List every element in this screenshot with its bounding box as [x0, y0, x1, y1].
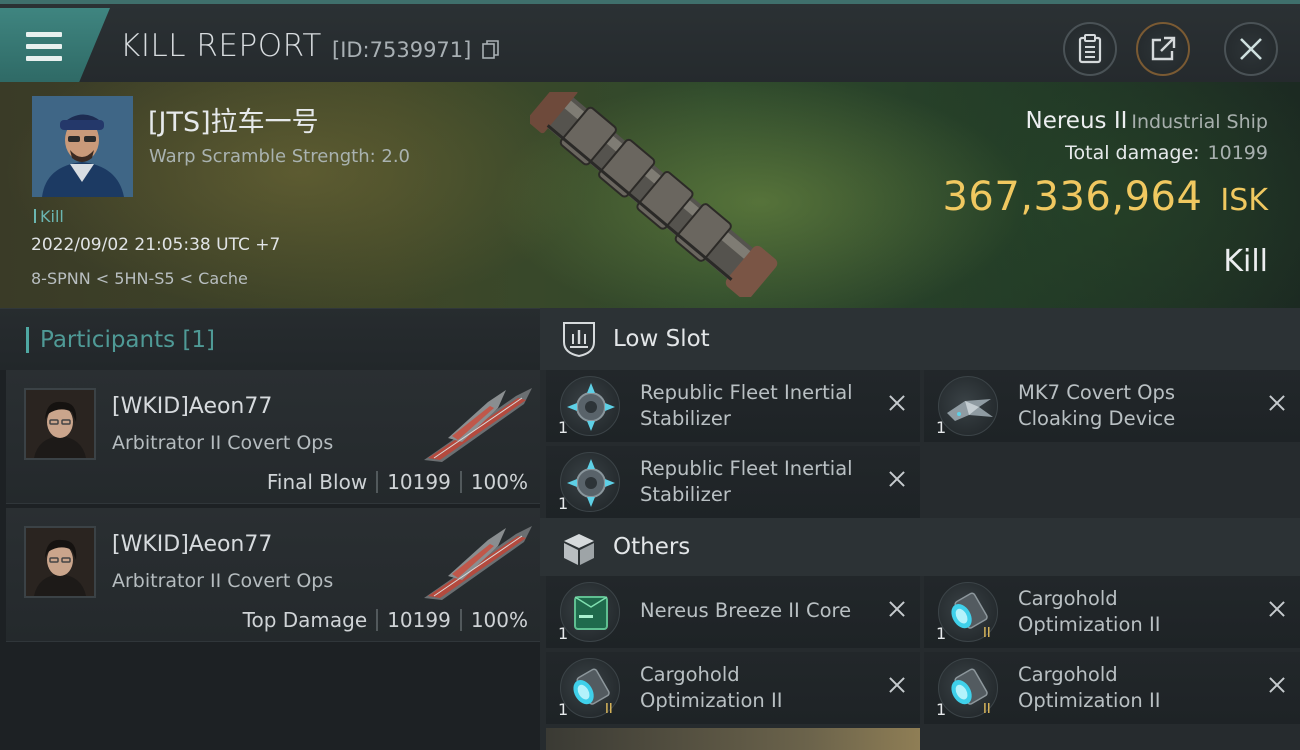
low-slot-title: Low Slot	[613, 326, 710, 352]
victim-name[interactable]: [JTS]拉车一号	[148, 100, 319, 139]
item-name: Cargohold Optimization II	[1018, 663, 1161, 712]
item-name: Republic Fleet Inertial Stabilizer	[640, 381, 853, 430]
item-quantity: 1	[558, 418, 569, 437]
participant-percent: 100%	[470, 470, 528, 494]
inertial-stabilizer-icon	[560, 452, 620, 512]
item-quantity: 1	[558, 494, 569, 513]
low-slot-icon	[563, 322, 595, 358]
item-quantity: 1	[558, 624, 569, 643]
share-external-icon	[1151, 36, 1176, 61]
total-damage-value: 10199	[1207, 142, 1268, 164]
victim-ship-image[interactable]	[530, 92, 780, 297]
participant-ship: Arbitrator II Covert Ops	[112, 432, 334, 454]
cargohold-optimization-icon: II	[938, 582, 998, 642]
participants-title: Participants [1]	[40, 327, 215, 353]
item-quantity: 1	[558, 700, 569, 719]
victim-ship-name: Nereus II	[1025, 108, 1128, 134]
svg-text:II: II	[983, 702, 991, 717]
participant-row[interactable]: [WKID]Aeon77 Arbitrator II Covert Ops To…	[6, 508, 540, 642]
cargo-box-icon	[564, 534, 594, 565]
copy-icon[interactable]	[482, 40, 500, 60]
warp-scramble-strength: Warp Scramble Strength: 2.0	[149, 146, 411, 167]
menu-button[interactable]	[0, 8, 110, 82]
low-slot-item[interactable]: 1 Republic Fleet Inertial Stabilizer	[546, 446, 920, 518]
remove-x-icon[interactable]	[886, 392, 908, 414]
participant-row[interactable]: [WKID]Aeon77 Arbitrator II Covert Ops Fi…	[6, 370, 540, 504]
remove-x-icon[interactable]	[886, 674, 908, 696]
low-slot-header: Low Slot	[540, 308, 1300, 370]
item-name: Nereus Breeze II Core	[640, 599, 852, 622]
participant-stats: Top Damage 10199 100%	[243, 608, 528, 632]
isk-value: 367,336,964 ISK	[942, 174, 1268, 220]
inertial-stabilizer-icon	[560, 376, 620, 436]
clipboard-button[interactable]	[1063, 22, 1117, 76]
isk-amount: 367,336,964	[942, 174, 1203, 220]
cargo-item[interactable]: II 1 Cargohold Optimization II	[546, 652, 920, 724]
participant-damage: 10199	[387, 608, 451, 632]
kill-result: Kill	[1223, 244, 1268, 279]
kill-tag: Kill	[34, 207, 64, 226]
victim-ship[interactable]: Nereus II Industrial Ship	[1026, 108, 1269, 134]
participants-panel: Participants [1] [WKID]Aeon77 Arbitrator…	[0, 308, 540, 750]
item-name: Cargohold Optimization II	[1018, 587, 1161, 636]
participant-role: Final Blow	[266, 470, 368, 494]
victim-summary: [JTS]拉车一号 Warp Scramble Strength: 2.0 Ki…	[0, 82, 1300, 308]
total-damage: Total damage: 10199	[1065, 142, 1268, 164]
kill-location[interactable]: 8-SPNN < 5HN-S5 < Cache	[31, 269, 248, 288]
remove-x-icon[interactable]	[1266, 598, 1288, 620]
clipboard-icon	[1078, 34, 1102, 64]
cargo-item[interactable]: 1 Nereus Breeze II Core	[546, 576, 920, 648]
isk-unit: ISK	[1220, 183, 1268, 218]
participant-role: Top Damage	[242, 608, 368, 632]
participant-name[interactable]: [WKID]Aeon77	[112, 394, 272, 419]
svg-text:II: II	[605, 702, 613, 717]
page-title: KILL REPORT	[120, 28, 322, 64]
svg-text:II: II	[983, 626, 991, 641]
others-header: Others	[540, 518, 1300, 576]
close-button[interactable]	[1224, 22, 1278, 76]
participant-stats: Final Blow 10199 100%	[267, 470, 528, 494]
item-quantity: 1	[936, 418, 947, 437]
participant-name[interactable]: [WKID]Aeon77	[112, 532, 272, 557]
close-icon	[1240, 38, 1262, 60]
remove-x-icon[interactable]	[886, 598, 908, 620]
victim-portrait[interactable]	[32, 96, 133, 197]
item-quantity: 1	[936, 700, 947, 719]
report-id: [ID:7539971]	[332, 38, 472, 62]
participant-portrait[interactable]	[24, 526, 96, 598]
share-button[interactable]	[1136, 22, 1190, 76]
low-slot-item[interactable]: 1 Republic Fleet Inertial Stabilizer	[546, 370, 920, 442]
item-name: Republic Fleet Inertial Stabilizer	[640, 457, 853, 506]
remove-x-icon[interactable]	[1266, 674, 1288, 696]
item-name: Cargohold Optimization II	[640, 663, 783, 712]
others-title: Others	[613, 534, 691, 560]
remove-x-icon[interactable]	[886, 468, 908, 490]
low-slot-item[interactable]: 1 MK7 Covert Ops Cloaking Device	[924, 370, 1300, 442]
participant-damage: 10199	[387, 470, 451, 494]
participants-header: Participants [1]	[0, 308, 540, 370]
fitting-panel: Low Slot 1 Republic Fleet Inertial Stabi…	[540, 308, 1300, 750]
hamburger-menu-icon	[26, 32, 64, 62]
cargo-item[interactable]: II 1 Cargohold Optimization II	[924, 576, 1300, 648]
participant-portrait[interactable]	[24, 388, 96, 460]
participant-ship-image	[424, 388, 532, 462]
cargo-item[interactable]: II 1 Cargohold Optimization II	[924, 652, 1300, 724]
item-quantity: 1	[936, 624, 947, 643]
victim-ship-class: Industrial Ship	[1131, 111, 1268, 133]
participant-percent: 100%	[470, 608, 528, 632]
cargohold-optimization-icon: II	[560, 658, 620, 718]
next-item-peek[interactable]	[546, 728, 920, 750]
remove-x-icon[interactable]	[1266, 392, 1288, 414]
title-bar: KILL REPORT [ID:7539971]	[0, 0, 1300, 82]
kill-datetime: 2022/09/02 21:05:38 UTC +7	[31, 235, 281, 255]
core-module-icon	[560, 582, 620, 642]
total-damage-label: Total damage:	[1065, 142, 1200, 164]
participant-ship: Arbitrator II Covert Ops	[112, 570, 334, 592]
cargohold-optimization-icon: II	[938, 658, 998, 718]
cloaking-device-icon	[938, 376, 998, 436]
item-name: MK7 Covert Ops Cloaking Device	[1018, 381, 1176, 430]
participant-ship-image	[424, 526, 532, 600]
